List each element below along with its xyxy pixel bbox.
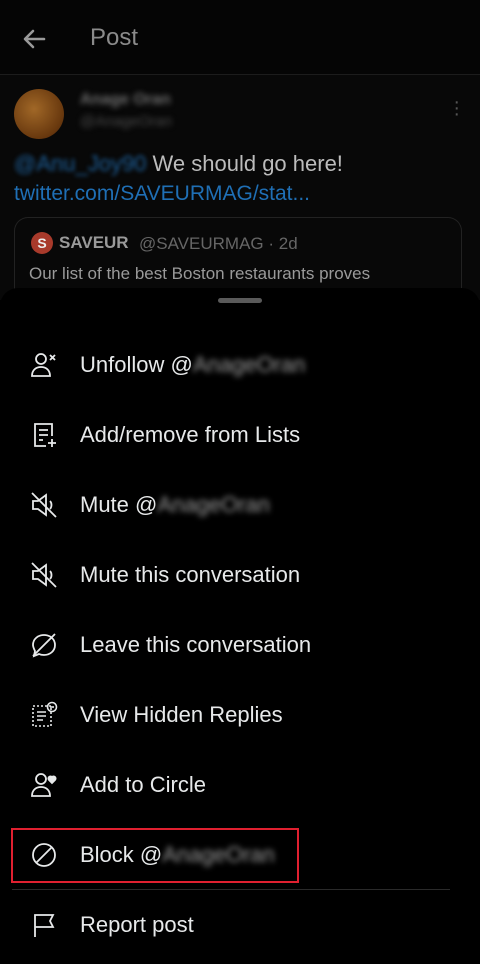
leave-bubble-icon [30,631,58,659]
person-heart-icon [30,771,58,799]
hidden-replies-label: View Hidden Replies [80,702,283,727]
list-add-icon [30,421,58,449]
back-arrow-icon[interactable] [18,22,52,56]
saveur-logo-icon: S [31,232,53,254]
menu-item-mute-conversation[interactable]: Mute this conversation [0,540,480,610]
blurred-handle: AnageOran [157,492,270,517]
hidden-replies-icon [30,701,58,729]
tweet-text: @Anu_Joy90 We should go here! [14,151,343,177]
menu-item-label: Unfollow @AnageOran [80,352,305,378]
mention-link[interactable]: @Anu_Joy90 [14,151,146,176]
unfollow-label: Unfollow @ [80,352,193,377]
more-options-icon[interactable]: · · · [453,92,460,124]
menu-item-mute-user[interactable]: Mute @AnageOran [0,470,480,540]
quoted-author-handle: @SAVEURMAG · 2d [139,234,298,253]
mute-icon [30,491,58,519]
avatar[interactable] [14,89,64,139]
menu-item-unfollow[interactable]: Unfollow @AnageOran [0,330,480,400]
menu-item-report[interactable]: Report post [0,890,480,960]
tweet: Anage Oran @AnageOran · · · @Anu_Joy90 We … [0,75,480,308]
author-handle: @AnageOran [80,113,172,130]
tweet-body: We should go here! [146,151,343,176]
author-name: Anage Oran [80,91,171,108]
top-bar: Post [0,0,480,75]
flag-icon [30,911,58,939]
page-title: Post [90,24,139,51]
mute-conversation-icon [30,561,58,589]
circle-label: Add to Circle [80,772,206,797]
mute-label: Mute @ [80,492,158,517]
tweet-link[interactable]: twitter.com/SAVEURMAG/stat... [14,182,310,206]
menu-item-label: Mute @AnageOran [80,492,270,518]
menu-item-leave-conversation[interactable]: Leave this conversation [0,610,480,680]
highlight-box [11,828,299,883]
quoted-author-name: SAVEUR [59,233,129,252]
leave-conversation-label: Leave this conversation [80,632,312,657]
menu-item-hidden-replies[interactable]: View Hidden Replies [0,680,480,750]
menu-item-lists[interactable]: Add/remove from Lists [0,400,480,470]
lists-label: Add/remove from Lists [80,422,301,447]
person-x-icon [30,351,58,379]
menu-item-circle[interactable]: Add to Circle [0,750,480,820]
quoted-text: Our list of the best Boston restaurants … [29,264,371,283]
blurred-handle: AnageOran [192,352,306,377]
mute-conversation-label: Mute this conversation [80,562,301,587]
sheet-grabber[interactable] [218,298,262,303]
report-label: Report post [80,912,194,937]
